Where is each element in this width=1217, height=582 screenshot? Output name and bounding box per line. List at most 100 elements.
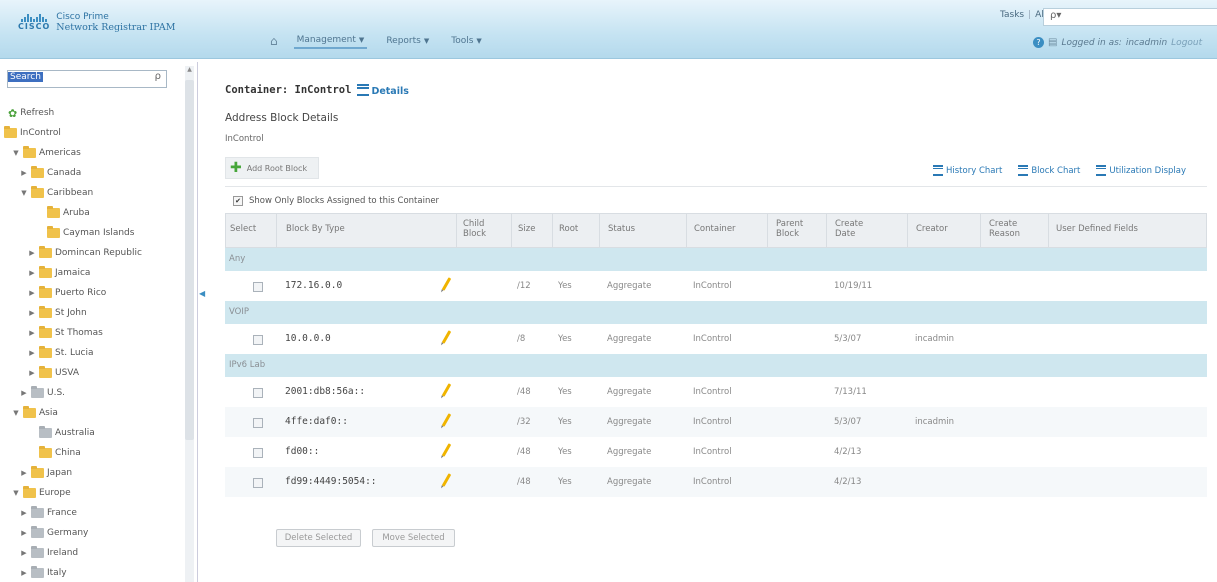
move-selected-button[interactable]: Move Selected: [372, 529, 455, 547]
block-name[interactable]: 4ffe:daf0::: [285, 416, 348, 427]
tree-item[interactable]: Cayman Islands: [36, 224, 134, 242]
expand-right-icon[interactable]: ▶: [20, 529, 28, 537]
scroll-thumb[interactable]: [185, 80, 194, 440]
column-divider[interactable]: [826, 214, 827, 247]
column-header[interactable]: Child Block: [463, 219, 486, 239]
tree-item[interactable]: ▼ Americas: [12, 144, 81, 162]
sidebar-scrollbar[interactable]: ▲: [185, 66, 194, 582]
tree-item[interactable]: ▶ Italy: [20, 564, 67, 582]
expand-right-icon[interactable]: ▶: [28, 329, 36, 337]
column-divider[interactable]: [552, 214, 553, 247]
search-icon[interactable]: ρ: [155, 71, 161, 82]
global-search-input[interactable]: ρ▾: [1043, 8, 1217, 26]
table-row[interactable]: fd00::/48 Yes Aggregate InControl 4/2/13: [225, 437, 1207, 467]
table-row[interactable]: 172.16.0.0/12 Yes Aggregate InControl 10/19/…: [225, 271, 1207, 301]
help-icon[interactable]: ?: [1033, 37, 1044, 48]
column-header[interactable]: Status: [608, 224, 635, 234]
tree-item[interactable]: ▼ Europe: [12, 484, 71, 502]
tree-item[interactable]: ▶ St Thomas: [28, 324, 103, 342]
table-row[interactable]: fd99:4449:5054::/48 Yes Aggregate InControl…: [225, 467, 1207, 497]
expand-right-icon[interactable]: ▶: [28, 349, 36, 357]
row-checkbox[interactable]: [253, 335, 263, 345]
block-chart-link[interactable]: Block Chart: [1018, 165, 1080, 176]
column-header[interactable]: Parent Block: [776, 219, 803, 239]
row-checkbox[interactable]: [253, 478, 263, 488]
show-only-checkbox[interactable]: ✔: [233, 196, 243, 206]
tree-item[interactable]: ▼ Caribbean: [20, 184, 93, 202]
tree-item[interactable]: ▶ Puerto Rico: [28, 284, 106, 302]
tree-search[interactable]: Search ρ: [7, 70, 167, 88]
column-divider[interactable]: [456, 214, 457, 247]
table-row[interactable]: 2001:db8:56a::/48 Yes Aggregate InControl 7/…: [225, 377, 1207, 407]
edit-pencil-icon[interactable]: [441, 413, 452, 427]
expand-right-icon[interactable]: ▶: [28, 269, 36, 277]
block-name[interactable]: 2001:db8:56a::: [285, 386, 365, 397]
expand-right-icon[interactable]: ▶: [20, 509, 28, 517]
details-link[interactable]: Details: [371, 86, 408, 97]
row-checkbox[interactable]: [253, 418, 263, 428]
block-name[interactable]: fd99:4449:5054::: [285, 476, 377, 487]
expand-right-icon[interactable]: ▶: [28, 289, 36, 297]
tree-item[interactable]: ▶ Germany: [20, 524, 88, 542]
table-row[interactable]: 10.0.0.0/8 Yes Aggregate InControl 5/3/07 inc…: [225, 324, 1207, 354]
tree-item[interactable]: ▶ Domincan Republic: [28, 244, 142, 262]
expand-down-icon[interactable]: ▼: [12, 409, 20, 417]
column-divider[interactable]: [980, 214, 981, 247]
tree-item[interactable]: ▶ Japan: [20, 464, 72, 482]
column-divider[interactable]: [907, 214, 908, 247]
column-header[interactable]: Root: [559, 224, 578, 234]
block-name[interactable]: fd00::: [285, 446, 319, 457]
expand-right-icon[interactable]: ▶: [20, 389, 28, 397]
expand-right-icon[interactable]: ▶: [28, 309, 36, 317]
column-divider[interactable]: [599, 214, 600, 247]
block-name[interactable]: 10.0.0.0: [285, 333, 331, 344]
tree-item[interactable]: ▶ U.S.: [20, 384, 65, 402]
table-row[interactable]: 4ffe:daf0::/32 Yes Aggregate InControl 5/3/0…: [225, 407, 1207, 437]
nav-tools[interactable]: Tools ▼: [448, 34, 485, 48]
refresh-button[interactable]: ✿ Refresh: [8, 104, 54, 122]
logout-link[interactable]: Logout: [1171, 38, 1202, 48]
column-divider[interactable]: [276, 214, 277, 247]
scroll-up-icon[interactable]: ▲: [185, 66, 194, 75]
column-divider[interactable]: [1048, 214, 1049, 247]
tree-item[interactable]: Australia: [28, 424, 95, 442]
nav-reports[interactable]: Reports ▼: [383, 34, 432, 48]
utilization-display-link[interactable]: Utilization Display: [1096, 165, 1186, 176]
expand-right-icon[interactable]: ▶: [20, 569, 28, 577]
expand-down-icon[interactable]: ▼: [20, 189, 28, 197]
edit-pencil-icon[interactable]: [441, 383, 452, 397]
column-header[interactable]: Create Date: [835, 219, 863, 239]
tree-item[interactable]: ▶ Ireland: [20, 544, 78, 562]
expand-right-icon[interactable]: ▶: [20, 549, 28, 557]
tree-item[interactable]: ▶ USVA: [28, 364, 79, 382]
tree-item[interactable]: ▶ Jamaica: [28, 264, 90, 282]
column-header[interactable]: Container: [694, 224, 736, 234]
row-checkbox[interactable]: [253, 448, 263, 458]
search-icon[interactable]: ρ▾: [1050, 10, 1061, 21]
home-icon[interactable]: ⌂: [270, 34, 278, 48]
edit-pencil-icon[interactable]: [441, 443, 452, 457]
column-header[interactable]: Block By Type: [286, 224, 345, 234]
details-icon[interactable]: [357, 83, 370, 96]
tree-item[interactable]: InControl: [4, 124, 61, 142]
delete-selected-button[interactable]: Delete Selected: [276, 529, 361, 547]
history-chart-link[interactable]: History Chart: [933, 165, 1002, 176]
tasks-link[interactable]: Tasks: [1000, 10, 1024, 20]
tree-item[interactable]: ▶ France: [20, 504, 77, 522]
expand-right-icon[interactable]: ▶: [28, 249, 36, 257]
tree-item[interactable]: China: [28, 444, 81, 462]
column-header[interactable]: Create Reason: [989, 219, 1020, 239]
edit-pencil-icon[interactable]: [441, 277, 452, 291]
tree-item[interactable]: ▼ Asia: [12, 404, 58, 422]
tree-item[interactable]: Aruba: [36, 204, 90, 222]
column-header[interactable]: Size: [518, 224, 535, 234]
edit-pencil-icon[interactable]: [441, 330, 452, 344]
preferences-icon[interactable]: ▤: [1048, 37, 1057, 48]
nav-management[interactable]: Management ▼: [293, 33, 368, 49]
edit-pencil-icon[interactable]: [441, 473, 452, 487]
tree-item[interactable]: ▶ St John: [28, 304, 87, 322]
block-name[interactable]: 172.16.0.0: [285, 280, 342, 291]
expand-right-icon[interactable]: ▶: [20, 169, 28, 177]
column-header[interactable]: Creator: [916, 224, 948, 234]
tree-item[interactable]: ▶ Canada: [20, 164, 81, 182]
